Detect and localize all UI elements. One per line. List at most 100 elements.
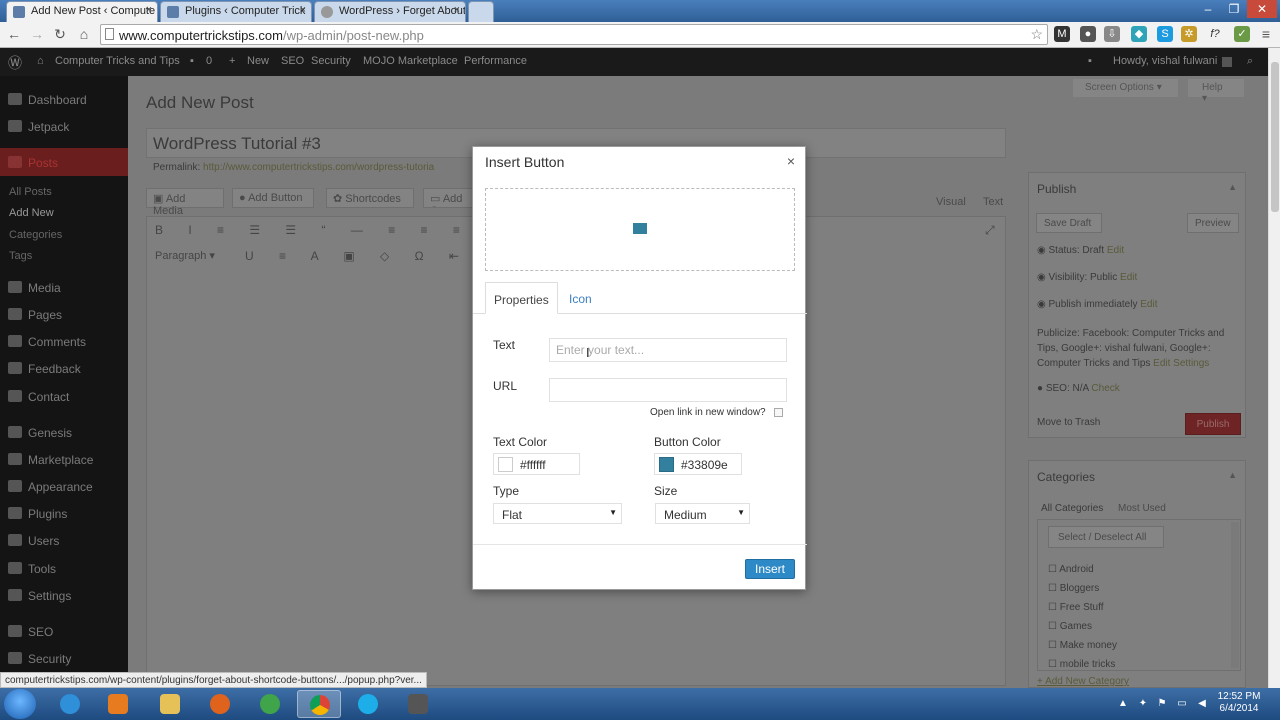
permalink-link[interactable]: http://www.computertrickstips.com/wordpr… (203, 162, 434, 173)
text-color-picker[interactable]: #ffffff (493, 453, 580, 475)
gear-icon[interactable]: ✲ (1181, 26, 1197, 42)
sidebar-item-appearance[interactable]: Appearance (8, 480, 93, 494)
page-scrollbar[interactable] (1268, 48, 1280, 688)
sidebar-item-settings[interactable]: Settings (8, 589, 71, 603)
menu-icon[interactable]: ≡ (1258, 26, 1274, 42)
taskbar-firefox[interactable] (198, 690, 242, 718)
tab-visual[interactable]: Visual (936, 196, 966, 208)
insert-button[interactable]: Insert (745, 559, 795, 579)
edit-link[interactable]: Edit (1140, 299, 1157, 310)
gmail-icon[interactable]: M (1054, 26, 1070, 42)
fullscreen-icon[interactable]: ⤢ (985, 223, 995, 238)
site-name-link[interactable]: Computer Tricks and Tips (55, 55, 180, 67)
tab-most-used[interactable]: Most Used (1118, 503, 1166, 514)
close-tab-icon[interactable]: × (454, 4, 460, 16)
type-select[interactable]: Flat ▼ (493, 503, 622, 524)
size-select[interactable]: Medium ▼ (655, 503, 750, 524)
flag-icon[interactable]: ⚑ (1156, 698, 1168, 710)
add-new-category-link[interactable]: + Add New Category (1037, 676, 1129, 687)
browser-tab[interactable]: Add New Post ‹ Compute × (6, 1, 158, 22)
sidebar-item-contact[interactable]: Contact (8, 390, 69, 404)
taskbar-recorder[interactable] (396, 690, 440, 718)
taskbar-explorer[interactable] (148, 690, 192, 718)
sidebar-item-media[interactable]: Media (8, 281, 61, 295)
sidebar-item-pages[interactable]: Pages (8, 308, 62, 322)
tab-all-categories[interactable]: All Categories (1041, 503, 1103, 514)
category-item[interactable]: ☐ Games (1048, 617, 1117, 636)
sidebar-item-dashboard[interactable]: Dashboard (8, 93, 87, 107)
sidebar-item-marketplace[interactable]: Marketplace (8, 453, 93, 467)
category-item[interactable]: ☐ Free Stuff (1048, 598, 1117, 617)
taskbar-skype[interactable] (346, 690, 390, 718)
home-icon[interactable]: ⌂ (76, 26, 92, 42)
sidebar-item-all-posts[interactable]: All Posts (9, 186, 52, 198)
button-url-input[interactable] (549, 378, 787, 402)
close-window-icon[interactable]: ✕ (1247, 0, 1277, 18)
edit-link[interactable]: Edit (1107, 245, 1124, 256)
wordpress-logo-icon[interactable]: Ⓦ (8, 53, 22, 73)
monitor-icon[interactable]: ▭ (1176, 698, 1188, 710)
sidebar-item-users[interactable]: Users (8, 534, 59, 548)
format-toolbar[interactable]: B I ≡ ☰ ☰ “ — ≡ ≡ ≡ ⊘ (155, 223, 506, 237)
add-button-button[interactable]: ● Add Button (232, 188, 314, 208)
category-item[interactable]: ☐ mobile tricks (1048, 655, 1117, 674)
address-bar[interactable]: www.computertrickstips.com/wp-admin/post… (100, 24, 1048, 45)
shortcodes-button[interactable]: ✿ Shortcodes (326, 188, 414, 208)
settings-link[interactable]: Settings (1173, 358, 1209, 369)
back-icon[interactable]: ← (6, 26, 22, 42)
add-contact-button[interactable]: ▭ Add C (423, 188, 473, 208)
close-tab-icon[interactable]: × (300, 4, 306, 16)
network-icon[interactable]: ✦ (1137, 698, 1149, 710)
mojo-marketplace-menu[interactable]: MOJO Marketplace (363, 55, 458, 67)
skype-icon[interactable]: S (1157, 26, 1173, 42)
sidebar-item-security[interactable]: Security (8, 652, 71, 666)
collapse-icon[interactable]: ▲ (1228, 470, 1237, 480)
download-icon[interactable]: ⇩ (1104, 26, 1120, 42)
new-window-checkbox[interactable] (774, 408, 783, 417)
tab-icon[interactable]: Icon (561, 282, 600, 314)
button-text-input[interactable] (549, 338, 787, 362)
show-hidden-icon[interactable]: ▲ (1117, 698, 1129, 710)
new-tab-button[interactable] (468, 1, 494, 22)
sidebar-item-tags[interactable]: Tags (9, 250, 32, 262)
taskbar-chrome[interactable] (297, 690, 341, 718)
clock[interactable]: 12:52 PM 6/4/2014 (1214, 691, 1264, 715)
button-color-picker[interactable]: #33809e (654, 453, 742, 475)
windows-start-icon[interactable] (4, 689, 36, 719)
function-icon[interactable]: f? (1207, 26, 1223, 42)
screen-options-button[interactable]: Screen Options ▾ (1073, 79, 1178, 97)
sidebar-item-posts[interactable]: Posts (8, 156, 58, 170)
sidebar-item-categories[interactable]: Categories (9, 229, 62, 241)
move-to-trash-link[interactable]: Move to Trash (1037, 417, 1100, 428)
sidebar-item-seo[interactable]: SEO (8, 625, 53, 639)
forward-icon[interactable]: → (29, 26, 45, 42)
category-item[interactable]: ☐ Android (1048, 560, 1117, 579)
maximize-icon[interactable]: ❐ (1221, 0, 1247, 18)
volume-icon[interactable]: ◀ (1196, 698, 1208, 710)
search-icon[interactable]: ⌕ (1247, 55, 1253, 68)
sidebar-item-genesis[interactable]: Genesis (8, 426, 72, 440)
sidebar-item-feedback[interactable]: Feedback (8, 362, 81, 376)
comment-icon[interactable]: ▪ (190, 55, 194, 67)
taskbar-app[interactable] (248, 690, 292, 718)
extension-icon[interactable]: ◆ (1131, 26, 1147, 42)
sidebar-item-jetpack[interactable]: Jetpack (8, 120, 69, 134)
paragraph-select[interactable]: Paragraph ▾ (155, 249, 215, 262)
help-button[interactable]: Help ▾ (1188, 79, 1244, 104)
extension-icon[interactable]: ✓ (1234, 26, 1250, 42)
category-item[interactable]: ☐ Make money (1048, 636, 1117, 655)
taskbar-ie[interactable] (48, 690, 92, 718)
reload-icon[interactable]: ↻ (52, 26, 68, 42)
user-menu[interactable]: Howdy, vishal fulwani (1113, 55, 1217, 67)
notification-icon[interactable]: ▪ (1088, 55, 1092, 67)
preview-button[interactable]: Preview (1187, 213, 1239, 233)
browser-tab[interactable]: Plugins ‹ Computer Trick × (160, 1, 312, 22)
add-media-button[interactable]: ▣ Add Media (146, 188, 224, 217)
sidebar-item-add-new[interactable]: Add New (9, 207, 54, 219)
seo-menu[interactable]: SEO (281, 55, 304, 67)
sidebar-item-comments[interactable]: Comments (8, 335, 86, 349)
publish-button[interactable]: Publish (1185, 413, 1241, 435)
taskbar-media[interactable] (96, 690, 140, 718)
category-scrollbar[interactable] (1231, 522, 1239, 668)
sidebar-item-plugins[interactable]: Plugins (8, 507, 67, 521)
